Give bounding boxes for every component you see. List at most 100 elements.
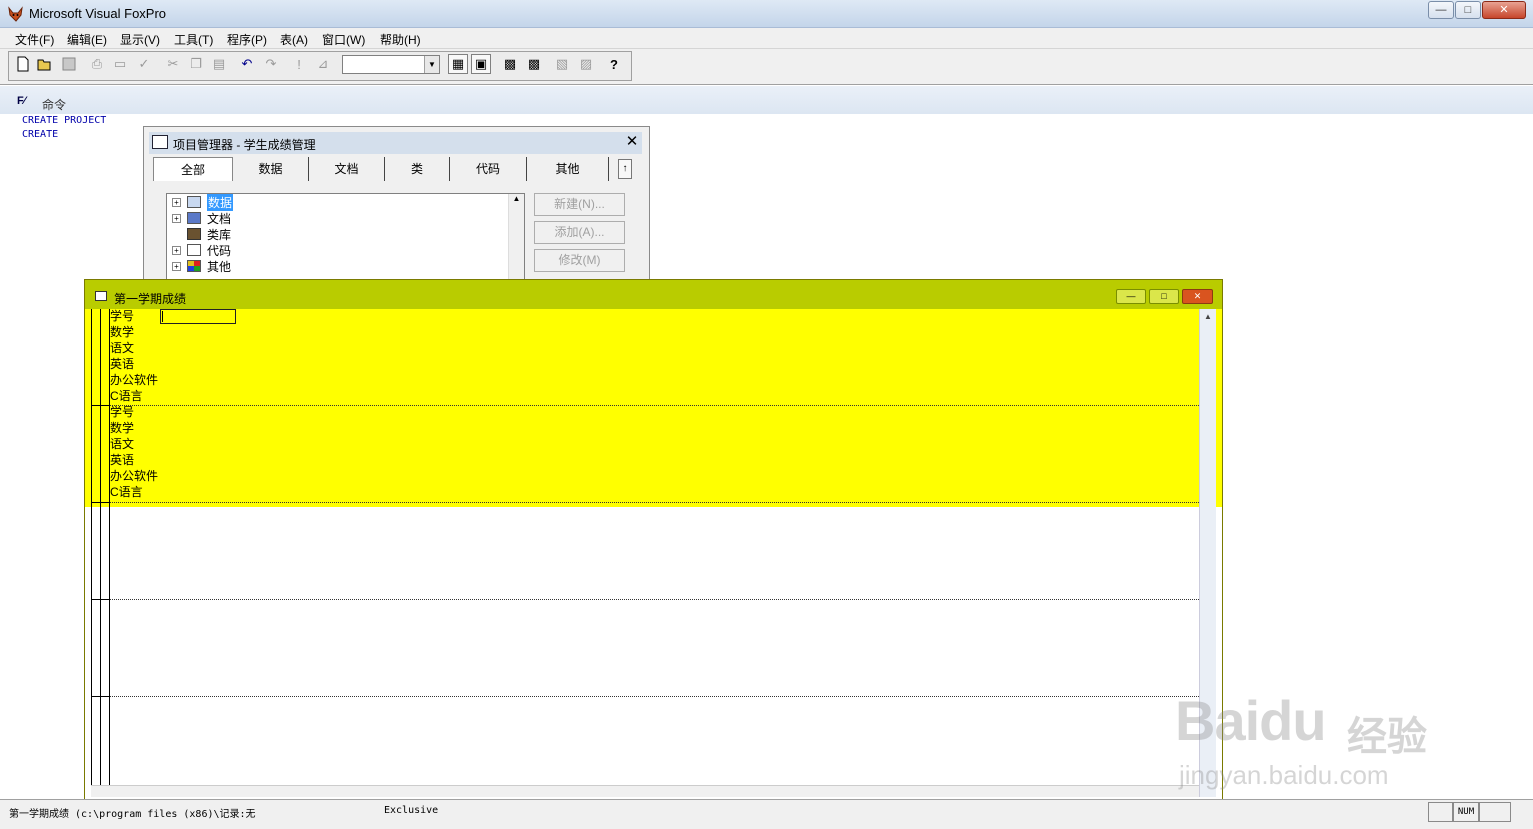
command-line[interactable]: CREATE bbox=[22, 129, 58, 140]
expand-icon[interactable]: + bbox=[172, 213, 181, 223]
grid-border-line bbox=[91, 309, 92, 797]
report-icon[interactable]: ▩ bbox=[500, 54, 520, 74]
modify-form-icon[interactable]: ⊿ bbox=[313, 54, 333, 74]
scroll-up-icon[interactable]: ▲ bbox=[1200, 309, 1216, 324]
command-line[interactable]: CREATE PROJECT bbox=[22, 115, 106, 126]
expand-icon[interactable]: + bbox=[172, 197, 181, 207]
save-icon[interactable] bbox=[59, 54, 79, 74]
redo-icon[interactable]: ↷ bbox=[261, 54, 281, 74]
tree-scrollbar[interactable]: ▲ bbox=[508, 194, 524, 286]
menu-program[interactable]: 程序(P) bbox=[227, 31, 267, 48]
record-separator bbox=[91, 502, 1199, 503]
record-separator-tick bbox=[91, 502, 110, 503]
project-tree: + 数据 + 文档 类库 + 代码 + 其他 ▲ bbox=[166, 193, 525, 287]
tab-classes[interactable]: 类 bbox=[385, 157, 450, 181]
project-icon bbox=[152, 135, 168, 149]
status-panel bbox=[1428, 802, 1453, 822]
record-highlight bbox=[85, 309, 1222, 507]
status-bar: 第一学期成绩 (c:\program files (x86)\记录:无 Excl… bbox=[0, 799, 1533, 829]
browse-minimize-button[interactable]: — bbox=[1116, 289, 1146, 304]
open-icon[interactable] bbox=[35, 54, 55, 74]
record-separator-tick bbox=[91, 405, 110, 406]
maximize-button[interactable]: □ bbox=[1455, 1, 1481, 19]
menu-edit[interactable]: 编辑(E) bbox=[67, 31, 107, 48]
tab-data[interactable]: 数据 bbox=[233, 157, 309, 181]
field-label: 语文 bbox=[110, 437, 135, 451]
record-separator bbox=[91, 696, 1199, 697]
command-window-header: F⁄ 命令 bbox=[0, 86, 1533, 114]
copy-icon[interactable]: ❐ bbox=[186, 54, 206, 74]
help-icon[interactable]: ? bbox=[604, 54, 624, 74]
browse-maximize-button[interactable]: □ bbox=[1149, 289, 1179, 304]
field-label: 学号 bbox=[110, 405, 135, 419]
field-label: 英语 bbox=[110, 453, 135, 467]
menu-table[interactable]: 表(A) bbox=[280, 31, 308, 48]
tree-item-data[interactable]: + 数据 bbox=[172, 193, 234, 211]
tree-item-other[interactable]: + 其他 bbox=[172, 258, 231, 274]
tree-item-class-library[interactable]: 类库 bbox=[172, 226, 231, 242]
spell-check-icon[interactable]: ✓ bbox=[134, 54, 154, 74]
form-wizard-icon[interactable]: ▣ bbox=[471, 54, 491, 74]
browse-title: 第一学期成绩 bbox=[114, 292, 187, 306]
print-preview-icon[interactable]: ▭ bbox=[110, 54, 130, 74]
tree-item-documents[interactable]: + 文档 bbox=[172, 210, 231, 226]
command-icon: F⁄ bbox=[17, 95, 26, 107]
add-button[interactable]: 添加(A)... bbox=[534, 221, 625, 244]
close-button[interactable]: ✕ bbox=[1482, 1, 1526, 19]
other-icon bbox=[187, 260, 201, 272]
field-label: C语言 bbox=[110, 389, 143, 403]
tab-all[interactable]: 全部 bbox=[153, 157, 233, 181]
menu-window[interactable]: 窗口(W) bbox=[322, 31, 365, 48]
field-edit-box[interactable] bbox=[160, 309, 236, 324]
tree-item-label: 其他 bbox=[207, 259, 232, 274]
database-icon[interactable]: ▦ bbox=[448, 54, 468, 74]
browse-horizontal-scrollbar[interactable] bbox=[91, 785, 1199, 797]
tab-documents[interactable]: 文档 bbox=[309, 157, 385, 181]
expand-icon bbox=[172, 229, 181, 239]
toolbar-combo[interactable]: ▼ bbox=[342, 55, 440, 74]
run-icon[interactable]: ! bbox=[289, 54, 309, 74]
field-label: 办公软件 bbox=[110, 469, 159, 483]
menu-file[interactable]: 文件(F) bbox=[15, 31, 54, 48]
expand-icon[interactable]: + bbox=[172, 261, 181, 271]
tab-code[interactable]: 代码 bbox=[450, 157, 527, 181]
record-separator bbox=[91, 405, 1199, 406]
tab-other[interactable]: 其他 bbox=[527, 157, 609, 181]
data-icon bbox=[187, 196, 201, 208]
field-label: 英语 bbox=[110, 357, 135, 371]
field-label: 学号 bbox=[110, 309, 135, 323]
undo-icon[interactable]: ↶ bbox=[237, 54, 257, 74]
grid-border-line bbox=[100, 309, 101, 797]
watermark-text: 经验 bbox=[1347, 715, 1427, 759]
status-mode: Exclusive bbox=[384, 805, 439, 816]
command-window-title: 命令 bbox=[42, 98, 67, 112]
chevron-down-icon[interactable]: ▼ bbox=[424, 56, 439, 73]
modify-button[interactable]: 修改(M) bbox=[534, 249, 625, 272]
status-text: 第一学期成绩 (c:\program files (x86)\记录:无 bbox=[9, 809, 256, 820]
print-icon[interactable]: ⎙ bbox=[87, 54, 107, 74]
project-manager-title-bar: 项目管理器 - 学生成绩管理 ✕ bbox=[149, 132, 642, 154]
cut-icon[interactable]: ✂ bbox=[163, 54, 183, 74]
paste-icon[interactable]: ▤ bbox=[209, 54, 229, 74]
table-browse-window: 第一学期成绩 — □ ✕ 学号 数学 语文 英语 办公软件 C语言 学号 数学 … bbox=[84, 279, 1223, 803]
expand-icon[interactable]: + bbox=[172, 245, 181, 255]
project-manager-title: 项目管理器 - 学生成绩管理 bbox=[173, 138, 316, 152]
collapse-arrow-icon[interactable]: ↑ bbox=[618, 159, 632, 179]
command-window-icon[interactable]: ▧ bbox=[552, 54, 572, 74]
project-manager-window: 项目管理器 - 学生成绩管理 ✕ 全部 数据 文档 类 代码 其他 ↑ + 数据… bbox=[143, 126, 650, 287]
build-icon[interactable]: ▩ bbox=[524, 54, 544, 74]
tree-item-label: 文档 bbox=[207, 211, 232, 226]
menu-view[interactable]: 显示(V) bbox=[120, 31, 160, 48]
new-icon[interactable] bbox=[13, 54, 33, 74]
close-icon[interactable]: ✕ bbox=[624, 134, 640, 150]
app-title: Microsoft Visual FoxPro bbox=[29, 6, 167, 21]
view-window-icon[interactable]: ▨ bbox=[576, 54, 596, 74]
browse-close-button[interactable]: ✕ bbox=[1182, 289, 1213, 304]
menu-tools[interactable]: 工具(T) bbox=[174, 31, 213, 48]
browse-vertical-scrollbar[interactable]: ▲ bbox=[1199, 309, 1216, 797]
tree-item-code[interactable]: + 代码 bbox=[172, 242, 231, 258]
menu-help[interactable]: 帮助(H) bbox=[380, 31, 421, 48]
minimize-button[interactable]: — bbox=[1428, 1, 1454, 19]
field-label: 数学 bbox=[110, 325, 135, 339]
new-button[interactable]: 新建(N)... bbox=[534, 193, 625, 216]
